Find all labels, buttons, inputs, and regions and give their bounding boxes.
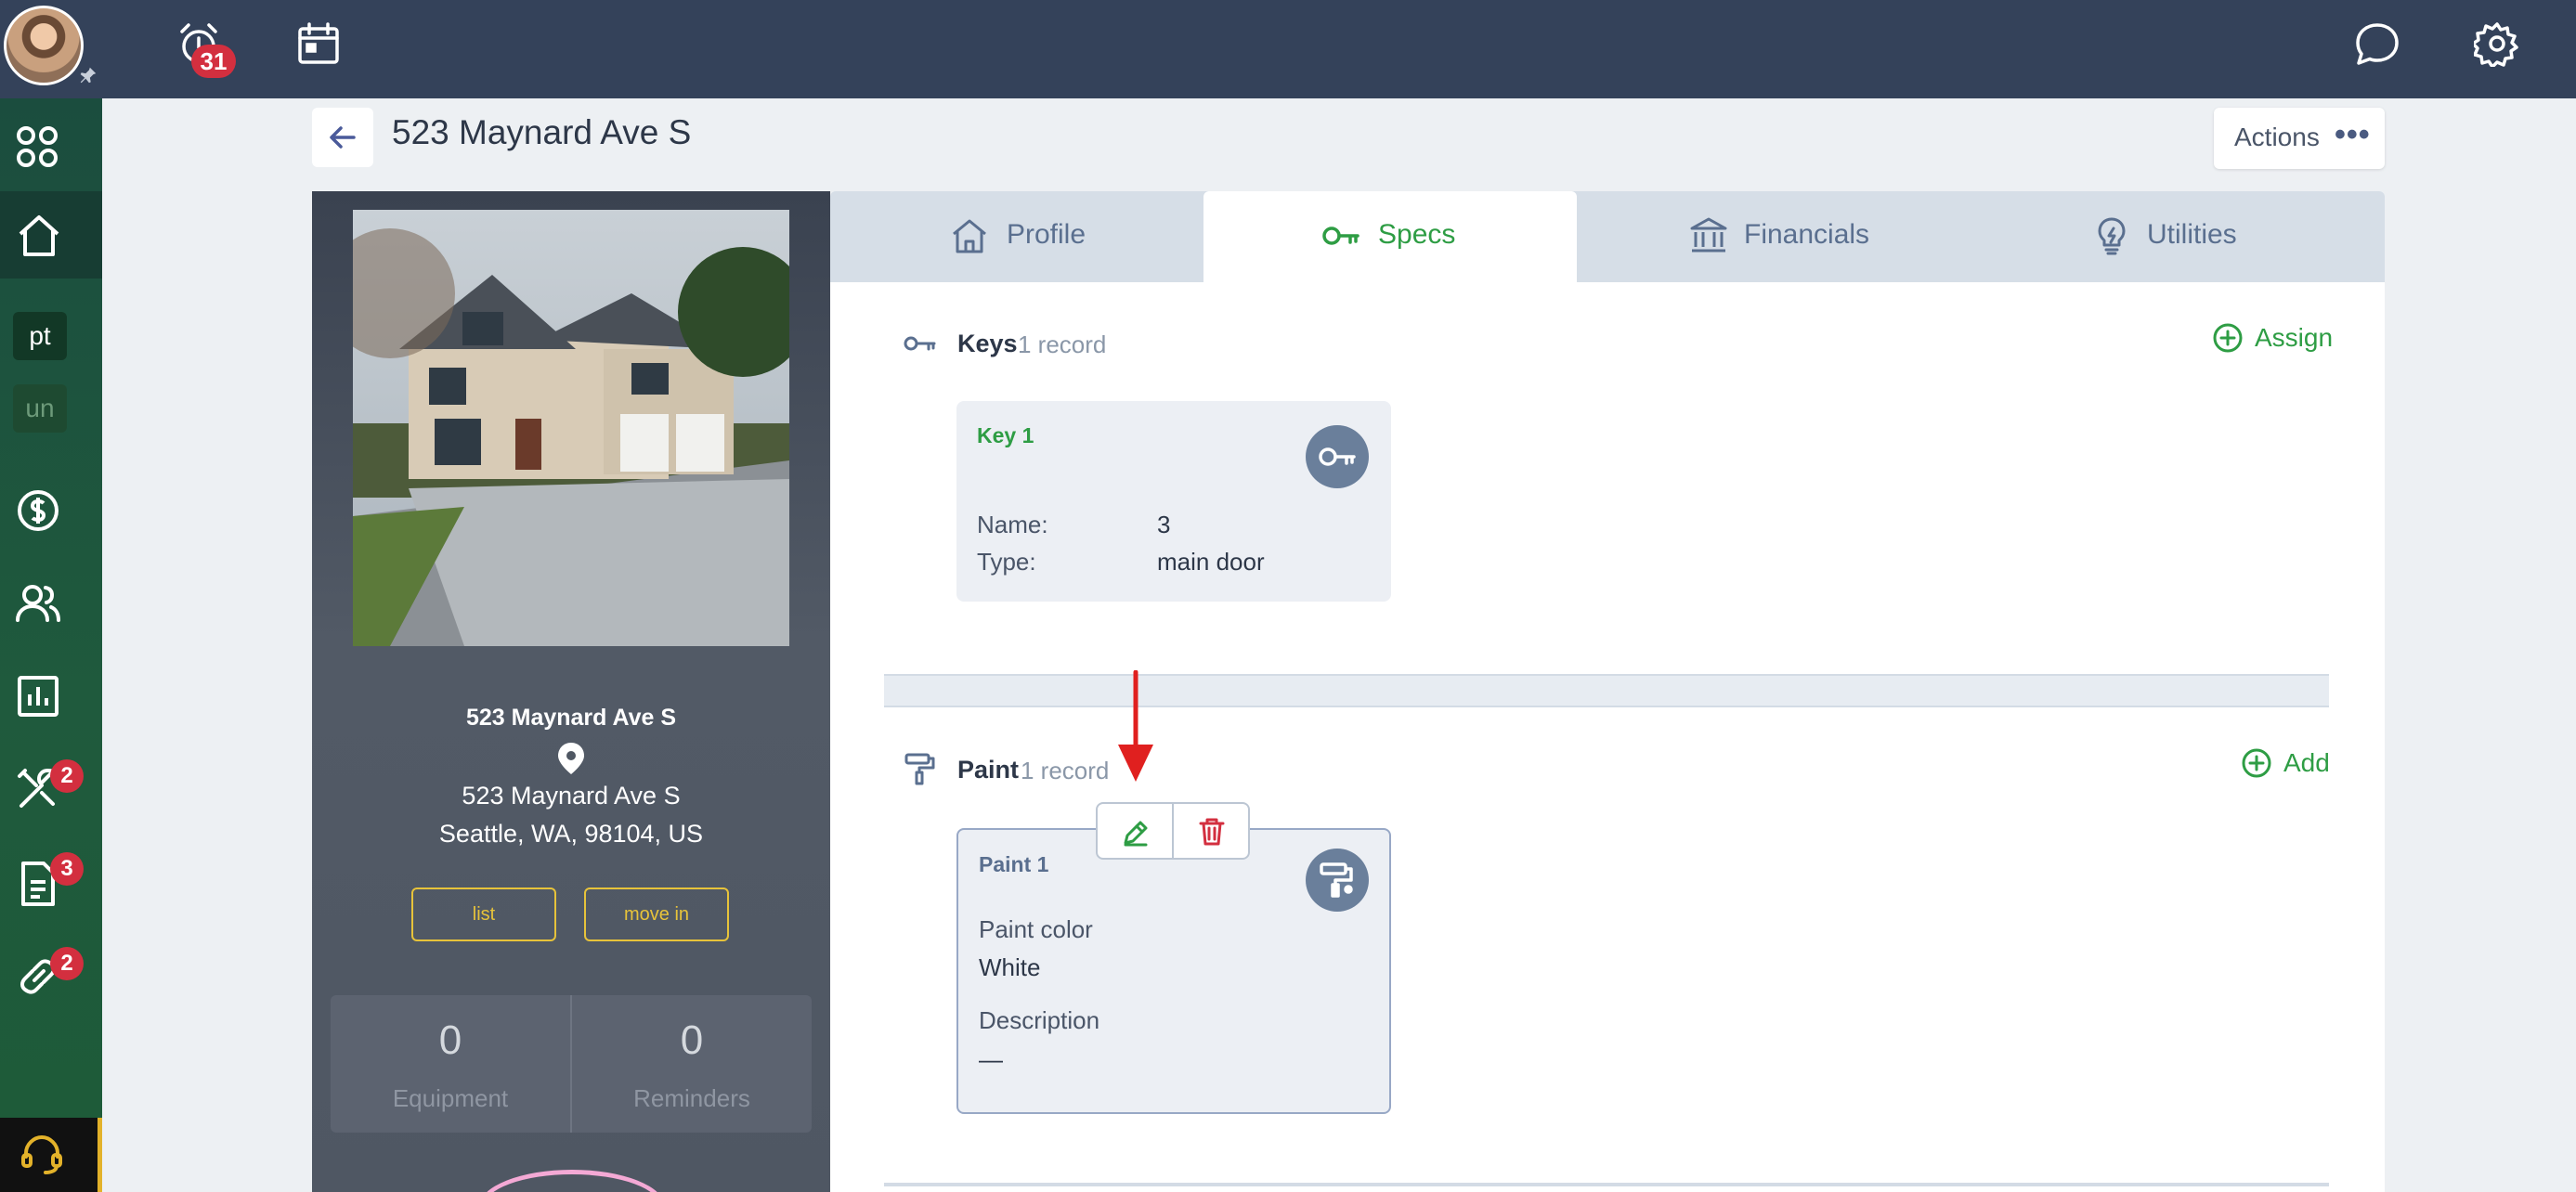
documents-badge: 3: [50, 852, 84, 886]
paint-roller-icon: [904, 753, 935, 785]
description-value: —: [979, 1045, 1003, 1073]
paint-color-value: White: [979, 953, 1041, 981]
home-icon: [19, 215, 59, 256]
description-label: Description: [979, 1006, 1100, 1034]
key-type-value: main door: [1157, 548, 1265, 576]
plus-circle-icon[interactable]: [2212, 322, 2244, 354]
trash-icon: [1199, 818, 1225, 846]
address-line-2: Seattle, WA, 98104, US: [438, 820, 704, 848]
stats-box: 0 Equipment 0 Reminders: [331, 995, 812, 1133]
list-button[interactable]: list: [411, 888, 556, 941]
sidebar-chip-pt[interactable]: pt: [13, 312, 67, 360]
page-title: 523 Maynard Ave S: [392, 113, 692, 151]
key-name-value: 3: [1157, 511, 1171, 538]
plus-circle-icon[interactable]: [2241, 747, 2272, 779]
user-avatar[interactable]: [4, 6, 84, 85]
paint-roller-icon: [1320, 862, 1353, 898]
annotation-arrow-icon: [1118, 670, 1153, 782]
links-badge: 2: [50, 947, 84, 980]
bank-icon: [1690, 217, 1727, 253]
paint-section-title: Paint: [957, 756, 1020, 784]
add-paint-button[interactable]: Add: [2283, 748, 2330, 778]
section-divider: [884, 674, 2329, 707]
left-sidebar: pt un 2 3 2: [0, 98, 102, 1192]
delete-button[interactable]: [1172, 802, 1250, 860]
key-record-card[interactable]: Key 1 Name: 3 Type: main door: [956, 401, 1391, 602]
paint-color-label: Paint color: [979, 915, 1093, 943]
reports-chart-icon[interactable]: [14, 672, 62, 720]
paint-record-count: 1 record: [1021, 757, 1110, 784]
key-record-title: Key 1: [977, 423, 1034, 447]
actions-label: Actions: [2234, 123, 2320, 151]
lightbulb-icon: [2098, 217, 2126, 255]
key-badge: [1306, 425, 1369, 488]
equipment-label[interactable]: Equipment: [331, 1084, 570, 1113]
back-button[interactable]: [312, 108, 373, 167]
tab-financials[interactable]: Financials: [1577, 191, 1982, 282]
more-dots-icon: •••: [2335, 117, 2371, 152]
actions-button[interactable]: Actions •••: [2214, 108, 2385, 169]
tab-profile[interactable]: Profile: [830, 191, 1203, 282]
sidebar-item-home[interactable]: [0, 191, 102, 279]
key-type-label: Type:: [977, 548, 1036, 576]
pencil-icon: [1124, 821, 1148, 847]
sidebar-chip-un[interactable]: un: [13, 384, 67, 433]
tab-financials-label: Financials: [1744, 219, 1870, 250]
dollar-icon[interactable]: [14, 486, 62, 535]
tab-profile-label: Profile: [1007, 219, 1086, 250]
location-pin-icon: [558, 743, 584, 774]
edit-button[interactable]: [1096, 802, 1174, 860]
top-bar: 31: [0, 0, 2576, 98]
people-icon[interactable]: [14, 579, 62, 628]
apps-grid-icon[interactable]: [13, 123, 61, 171]
property-photo[interactable]: [353, 210, 789, 646]
tab-specs[interactable]: Specs: [1203, 191, 1577, 282]
key-name-label: Name:: [977, 511, 1048, 538]
move-in-button[interactable]: move in: [584, 888, 729, 941]
tabs-bar: Profile Specs Financials Utilities: [830, 191, 2385, 282]
house-icon: [953, 219, 986, 253]
key-icon: [1319, 447, 1356, 466]
paint-record-title: Paint 1: [979, 852, 1049, 876]
property-name: 523 Maynard Ave S: [465, 705, 677, 731]
support-area[interactable]: [0, 1118, 102, 1192]
settings-gear-icon[interactable]: [2474, 20, 2520, 67]
tab-utilities[interactable]: Utilities: [1982, 191, 2385, 282]
key-icon: [1322, 227, 1360, 245]
chat-bubble-icon[interactable]: [2353, 20, 2401, 69]
keys-section-title: Keys: [957, 330, 1018, 357]
headset-icon: [21, 1134, 62, 1174]
key-icon: [904, 336, 936, 351]
arrow-left-icon: [330, 126, 356, 149]
tab-specs-label: Specs: [1378, 219, 1456, 250]
tools-badge: 2: [50, 759, 84, 793]
paint-record-card[interactable]: Paint 1 Paint color White Description —: [956, 828, 1391, 1114]
property-summary-panel: 523 Maynard Ave S 523 Maynard Ave S Seat…: [312, 191, 830, 1192]
progress-ring: [479, 1170, 665, 1192]
address-line-1: 523 Maynard Ave S: [462, 782, 681, 810]
assign-button[interactable]: Assign: [2255, 323, 2333, 353]
bottom-divider: [884, 1183, 2329, 1186]
reminders-count: 0: [680, 1017, 704, 1063]
keys-record-count: 1 record: [1018, 330, 1107, 358]
reminders-label[interactable]: Reminders: [572, 1084, 812, 1113]
paint-badge: [1306, 849, 1369, 912]
pin-icon: [80, 67, 97, 84]
alarm-count-badge: 31: [191, 45, 236, 78]
calendar-icon[interactable]: [295, 20, 342, 67]
equipment-count: 0: [438, 1017, 462, 1063]
tab-utilities-label: Utilities: [2147, 219, 2237, 250]
